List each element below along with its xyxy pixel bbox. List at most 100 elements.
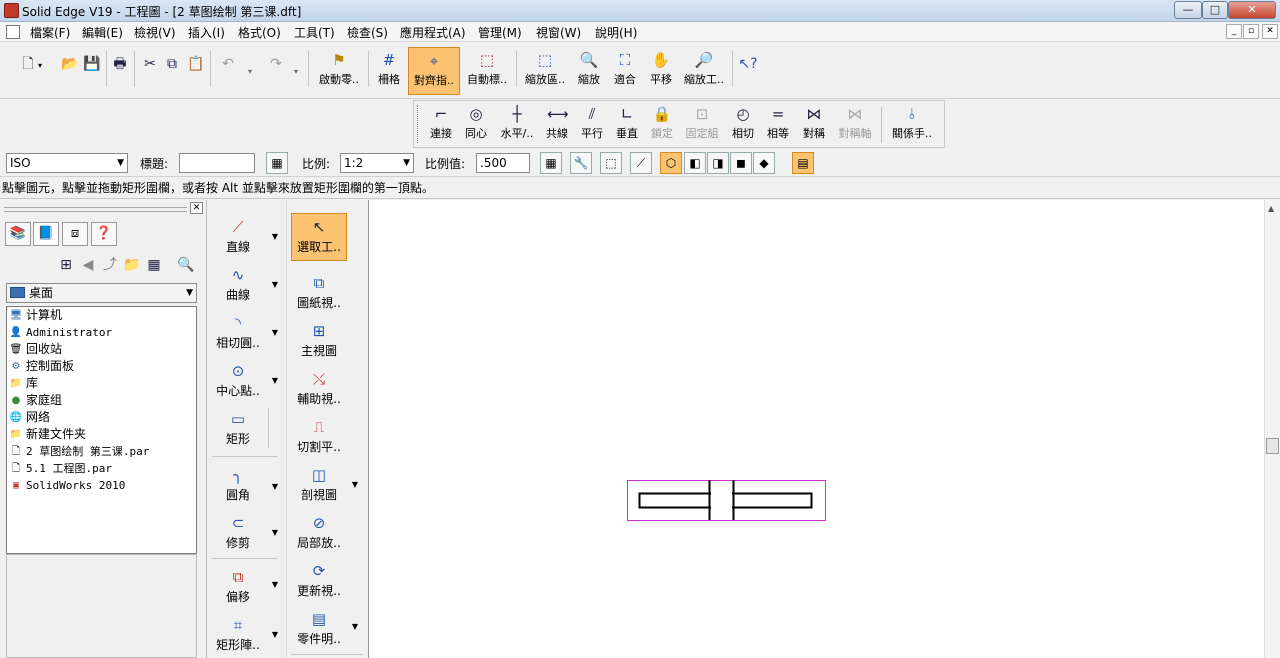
list-item[interactable]: 🗑 回收站: [7, 341, 196, 358]
concentric-button[interactable]: ◎ 同心: [459, 101, 493, 149]
symmetry-axis-button[interactable]: ⋈ 對稱軸: [833, 101, 877, 149]
list-item[interactable]: 📁 库: [7, 375, 196, 392]
list-item[interactable]: 🗋 2 草图绘制 第三课.par: [7, 443, 196, 460]
menu-window[interactable]: 視窗(W): [536, 24, 581, 41]
toolbar-grip[interactable]: [417, 105, 419, 143]
section-view-button[interactable]: ◫ 剖視圖: [289, 462, 349, 506]
line-button[interactable]: ⟋ 直線: [208, 214, 268, 258]
chevron-down-icon[interactable]: ▼: [270, 328, 280, 338]
title-input[interactable]: [179, 153, 255, 173]
mdi-minimize-button[interactable]: _: [1226, 24, 1242, 39]
undo-dropdown-icon[interactable]: ▾: [248, 67, 252, 76]
new-icon[interactable]: 🗋: [18, 53, 38, 75]
chevron-down-icon[interactable]: ▼: [270, 376, 280, 386]
chevron-down-icon[interactable]: ▼: [270, 630, 280, 640]
document-icon[interactable]: [6, 25, 20, 39]
pathfinder-tab-icon[interactable]: ⧈: [62, 222, 88, 246]
parts-list-button[interactable]: ▤ 零件明..: [289, 606, 349, 650]
tools-icon[interactable]: 🔧: [570, 152, 592, 174]
menu-view[interactable]: 檢視(V): [134, 24, 176, 41]
new-folder-icon[interactable]: 📁: [122, 254, 142, 276]
tangent-button[interactable]: ◴ 相切: [726, 101, 760, 149]
pane-close-icon[interactable]: ✕: [190, 202, 203, 214]
library-tab-icon[interactable]: 📘: [33, 222, 59, 246]
back-icon[interactable]: ◀: [78, 254, 98, 276]
folders-icon[interactable]: ⊞: [56, 254, 76, 276]
perpendicular-button[interactable]: ∟ 垂直: [610, 101, 644, 149]
paste-icon[interactable]: 📋: [186, 53, 206, 75]
copy-icon[interactable]: ⧉: [162, 53, 182, 75]
menu-tools[interactable]: 工具(T): [294, 24, 335, 41]
chevron-down-icon[interactable]: ▼: [270, 482, 280, 492]
open-icon[interactable]: 📂: [60, 53, 80, 75]
offset-button[interactable]: ⧉ 偏移: [208, 564, 268, 608]
vertical-scrollbar[interactable]: ▲: [1264, 200, 1280, 658]
view-props-icon[interactable]: ⬚: [600, 152, 622, 174]
solid-shaded-icon[interactable]: ◆: [753, 152, 775, 174]
lock-button[interactable]: 🔒 鎖定: [645, 101, 679, 149]
chevron-down-icon[interactable]: ▼: [270, 232, 280, 242]
edit-link-icon[interactable]: ⟋: [630, 152, 652, 174]
start-part-button[interactable]: ⚑ 啟動零..: [314, 47, 364, 95]
center-circle-button[interactable]: ⊙ 中心點..: [208, 358, 268, 402]
zoom-area-button[interactable]: ⬚ 縮放區..: [520, 47, 570, 95]
menu-manage[interactable]: 管理(M): [478, 24, 522, 41]
chevron-down-icon[interactable]: ▼: [350, 622, 360, 632]
drawing-canvas[interactable]: [368, 200, 1264, 658]
list-item[interactable]: 📁 新建文件夹: [7, 426, 196, 443]
horizontal-vertical-button[interactable]: ┼ 水平/..: [495, 101, 539, 149]
principal-view-button[interactable]: ⊞ 主視圖: [289, 318, 349, 362]
chevron-down-icon[interactable]: ▼: [270, 528, 280, 538]
help-pointer-icon[interactable]: ↖?: [738, 53, 758, 75]
symmetric-button[interactable]: ⋈ 對稱: [796, 101, 832, 149]
redo-icon[interactable]: ↷: [266, 53, 286, 75]
location-combo[interactable]: 桌面 ▼: [6, 283, 197, 303]
help-tab-icon[interactable]: ❓: [91, 222, 117, 246]
zoom-tool-button[interactable]: 🔎 縮放工..: [680, 47, 728, 95]
scale-combo[interactable]: 1:2 ▼: [340, 153, 414, 173]
curve-button[interactable]: ∿ 曲線: [208, 262, 268, 306]
close-button[interactable]: ✕: [1228, 1, 1276, 19]
calculator-icon[interactable]: ▦: [540, 152, 562, 174]
cutting-plane-button[interactable]: ⎍ 切割平..: [289, 414, 349, 458]
up-folder-icon[interactable]: ⤴: [100, 254, 120, 276]
file-list[interactable]: 🖥 计算机 👤 Administrator 🗑 回收站 ⚙ 控制面板 📁 库 ● 家庭组 🌐…: [6, 306, 197, 554]
style-combo[interactable]: ISO ▼: [6, 153, 128, 173]
print-icon[interactable]: 🖶: [110, 53, 130, 75]
list-item[interactable]: 🗋 5.1 工程图.par: [7, 460, 196, 477]
relationship-handles-button[interactable]: ⫰ 關係手..: [886, 101, 938, 149]
scroll-thumb[interactable]: [1266, 438, 1279, 454]
tangent-arc-button[interactable]: ◝ 相切圓..: [208, 310, 268, 354]
menu-help[interactable]: 說明(H): [595, 24, 637, 41]
list-item[interactable]: 🖥 计算机: [7, 307, 196, 324]
wireframe-icon[interactable]: ⬡: [660, 152, 682, 174]
list-item[interactable]: ▣ SolidWorks 2010: [7, 477, 196, 494]
update-view-button[interactable]: ⟳ 更新視..: [289, 558, 349, 602]
shaded-icon[interactable]: ◧: [684, 152, 706, 174]
mdi-close-button[interactable]: ✕: [1262, 24, 1278, 39]
rectangle-button[interactable]: ▭ 矩形: [208, 406, 268, 450]
cut-icon[interactable]: ✂: [140, 53, 160, 75]
list-item[interactable]: 🌐 网络: [7, 409, 196, 426]
undo-icon[interactable]: ↶: [218, 53, 238, 75]
collinear-button[interactable]: ⟷ 共線: [540, 101, 574, 149]
layers-tab-icon[interactable]: 📚: [5, 222, 31, 246]
align-indicator-button[interactable]: ⌖ 對齊指..: [408, 47, 460, 95]
display-settings-icon[interactable]: ▤: [792, 152, 814, 174]
rigid-set-button[interactable]: ⊡ 固定組: [680, 101, 724, 149]
properties-icon[interactable]: ▦: [266, 152, 288, 174]
fit-button[interactable]: ⛶ 適合: [608, 47, 642, 95]
equal-button[interactable]: = 相等: [761, 101, 795, 149]
fillet-button[interactable]: ╮ 圓角: [208, 462, 268, 506]
select-tool-button[interactable]: ↖ 選取工..: [291, 213, 347, 261]
list-item[interactable]: ● 家庭组: [7, 392, 196, 409]
chevron-down-icon[interactable]: ▼: [270, 580, 280, 590]
menu-file[interactable]: 檔案(F): [30, 24, 70, 41]
mdi-restore-button[interactable]: ▫: [1243, 24, 1259, 39]
view-menu-icon[interactable]: ▦: [144, 254, 164, 276]
search-icon[interactable]: 🔍: [176, 254, 196, 276]
save-icon[interactable]: 💾: [82, 53, 102, 75]
list-item[interactable]: ⚙ 控制面板: [7, 358, 196, 375]
hidden-lines-icon[interactable]: ◼: [730, 152, 752, 174]
grid-button[interactable]: # 柵格: [372, 47, 406, 95]
